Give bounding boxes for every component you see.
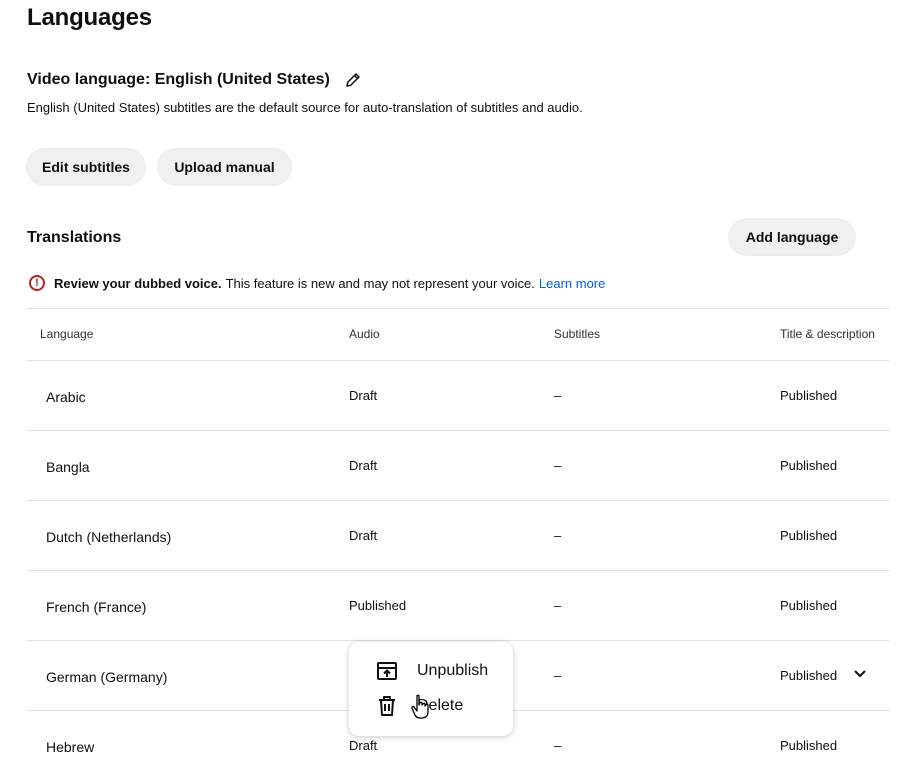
- row-audio-status: Published: [349, 598, 407, 613]
- row-title-status: Published: [780, 598, 838, 613]
- notice-bold-text: Review your dubbed voice.: [54, 275, 222, 291]
- video-language-row: Video language: English (United States): [27, 69, 364, 91]
- row-audio-status: Draft: [349, 738, 378, 753]
- row-language: Arabic: [46, 389, 86, 405]
- row-subtitles-status: –: [554, 738, 562, 753]
- table-row[interactable]: French (France) Published – Published: [27, 571, 889, 640]
- pencil-icon[interactable]: [342, 69, 364, 91]
- row-title-status[interactable]: Published: [780, 668, 837, 683]
- row-title-status: Published: [780, 528, 838, 543]
- row-language: French (France): [46, 599, 147, 615]
- notice-text: This feature is new and may not represen…: [225, 275, 535, 291]
- row-subtitles-status: –: [554, 668, 562, 683]
- header-audio: Audio: [349, 327, 380, 341]
- upload-manual-button[interactable]: Upload manual: [158, 149, 291, 185]
- row-language: Hebrew: [46, 739, 95, 755]
- row-language: Bangla: [46, 459, 90, 475]
- header-language: Language: [40, 327, 94, 341]
- row-subtitles-status: –: [554, 388, 562, 403]
- row-title-status: Published: [780, 738, 838, 753]
- row-audio-status: Draft: [349, 528, 378, 543]
- row-language: Dutch (Netherlands): [46, 529, 172, 545]
- page-title: Languages: [27, 4, 152, 31]
- add-language-button[interactable]: Add language: [729, 219, 855, 255]
- row-title-status: Published: [780, 458, 838, 473]
- row-subtitles-status: –: [554, 458, 562, 473]
- row-title-status: Published: [780, 388, 838, 403]
- table-header: Language Audio Subtitles Title & descrip…: [27, 309, 889, 360]
- video-language-label: Video language: English (United States): [27, 71, 330, 88]
- edit-subtitles-button[interactable]: Edit subtitles: [27, 149, 145, 185]
- row-language: German (Germany): [46, 669, 168, 685]
- menu-item-label: Unpublish: [417, 662, 489, 679]
- header-subtitles: Subtitles: [554, 327, 601, 341]
- unpublish-icon: [374, 658, 400, 684]
- default-source-description: English (United States) subtitles are th…: [27, 100, 583, 115]
- translations-heading: Translations: [27, 229, 122, 246]
- menu-item-unpublish[interactable]: Unpublish: [349, 654, 513, 688]
- table-row[interactable]: Dutch (Netherlands) Draft – Published: [27, 501, 889, 570]
- table-row[interactable]: Arabic Draft – Published: [27, 361, 889, 430]
- header-title-description: Title & description: [780, 327, 875, 341]
- trash-icon: [374, 693, 400, 719]
- row-subtitles-status: –: [554, 598, 562, 613]
- table-row[interactable]: Bangla Draft – Published: [27, 431, 889, 500]
- publish-context-menu: Unpublish Delete: [349, 642, 513, 736]
- learn-more-link[interactable]: Learn more: [539, 276, 605, 291]
- hand-cursor-icon: [411, 694, 429, 719]
- chevron-down-icon[interactable]: [853, 667, 867, 681]
- warning-icon: !: [29, 275, 45, 291]
- row-subtitles-status: –: [554, 528, 562, 543]
- row-audio-status: Draft: [349, 458, 378, 473]
- dubbed-voice-notice: ! Review your dubbed voice. This feature…: [29, 275, 605, 291]
- row-audio-status: Draft: [349, 388, 378, 403]
